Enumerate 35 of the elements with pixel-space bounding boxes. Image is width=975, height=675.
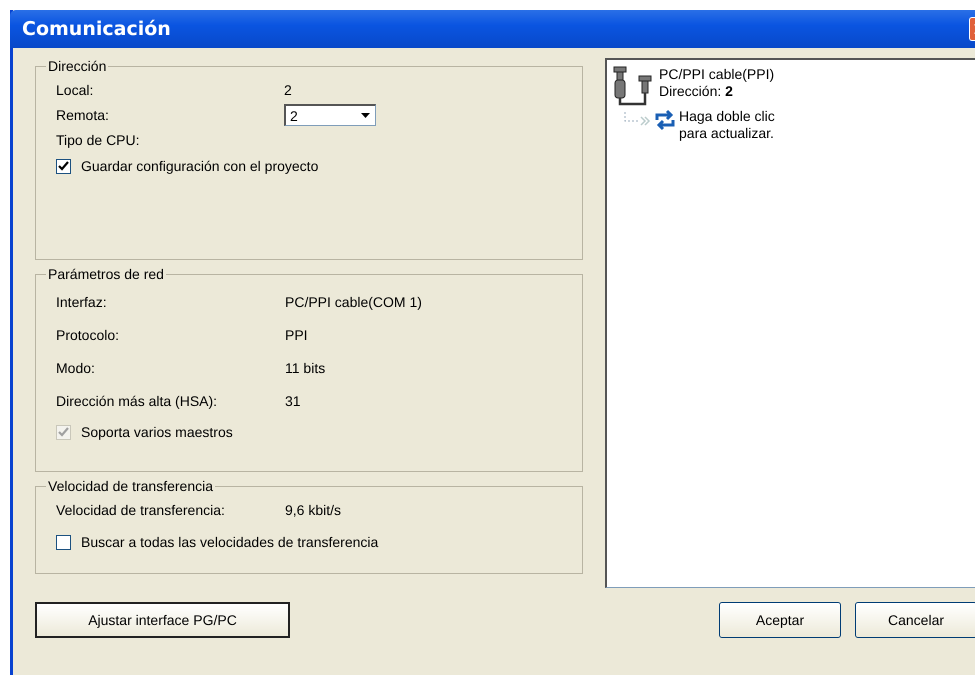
group-title: Parámetros de red (47, 266, 165, 282)
node-address: Dirección: 2 (659, 83, 734, 100)
group-title: Velocidad de transferencia (47, 478, 214, 494)
field-value: 9,6 kbit/s (285, 502, 342, 518)
node-title[interactable]: PC/PPI cable(PPI) (659, 66, 774, 83)
connector-icon (623, 112, 651, 126)
field-value: PPI (285, 327, 308, 343)
field-label: Modo: (56, 360, 96, 376)
checkbox[interactable] (56, 534, 71, 550)
check-icon (58, 426, 69, 438)
field-label: Velocidad de transferencia: (56, 502, 226, 518)
checkbox-label: Soporta varios maestros (81, 424, 233, 440)
checkbox-label: Guardar configuración con el proyecto (81, 158, 318, 174)
field-value: 11 bits (285, 360, 326, 376)
field-value: PC/PPI cable(COM 1) (285, 294, 422, 310)
refresh-icon (653, 108, 677, 132)
window-title: Comunicación (22, 18, 171, 40)
caret-icon (361, 112, 370, 118)
field-label: Interfaz: (56, 294, 108, 310)
field-label: Local: (56, 82, 94, 98)
setup-interface-button[interactable]: Ajustar interface PG/PC (35, 602, 290, 638)
field-label: Dirección más alta (HSA): (56, 393, 218, 409)
field-label: Remota: (56, 107, 110, 123)
check-icon (58, 160, 69, 172)
dialog-button[interactable]: Aceptar (719, 602, 841, 638)
group-title: Dirección (47, 58, 108, 74)
field-value: 2 (284, 82, 292, 98)
field-label: Protocolo: (56, 327, 120, 343)
dialog-button[interactable]: Cancelar (855, 602, 975, 638)
checkbox-label: Buscar a todas las velocidades de transferencia (81, 534, 378, 550)
checkbox[interactable] (56, 158, 71, 174)
field-label: Tipo de CPU: (56, 132, 141, 148)
dropdown[interactable]: 2 (284, 104, 376, 126)
tree-item[interactable]: Haga doble clic para actualizar. (679, 108, 799, 142)
field-value: 31 (285, 393, 301, 409)
